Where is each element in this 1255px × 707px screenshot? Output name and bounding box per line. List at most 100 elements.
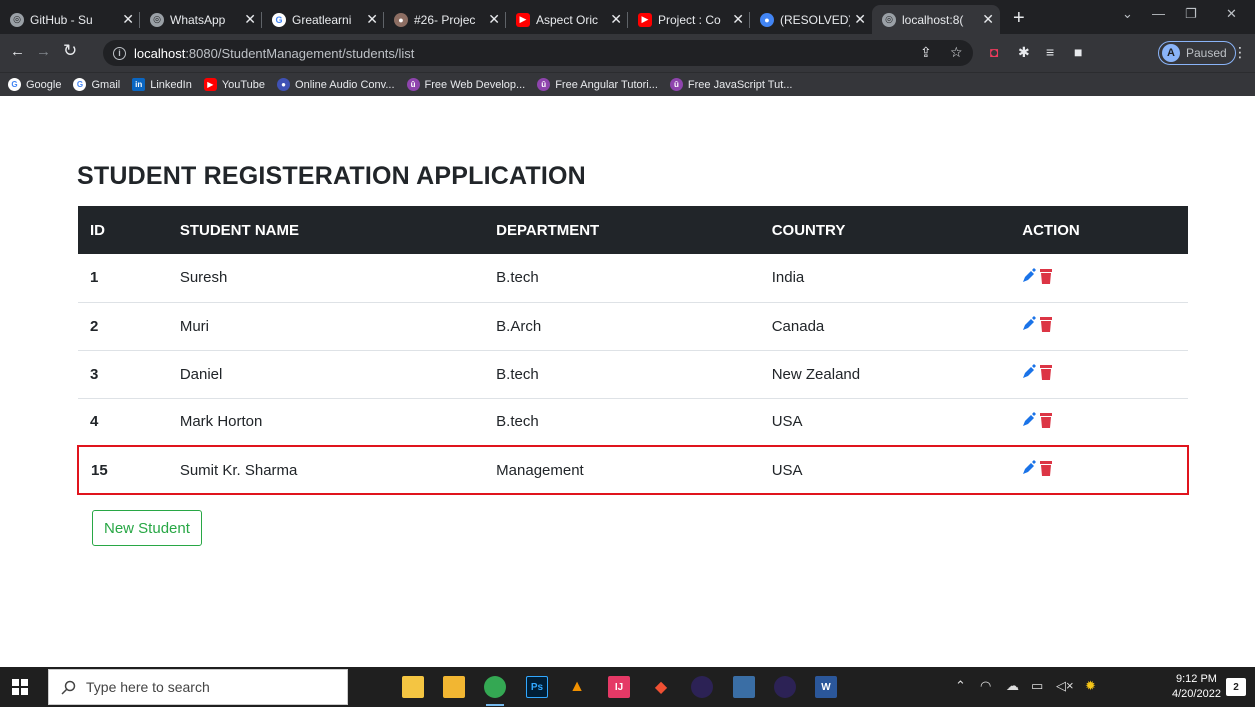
bookmark-linkedin[interactable]: in LinkedIn bbox=[132, 78, 192, 91]
reload-icon[interactable]: ↻ bbox=[63, 41, 77, 61]
onedrive-icon[interactable]: ☁ bbox=[1006, 678, 1019, 694]
pocket-extension-icon[interactable]: ◘ bbox=[990, 44, 998, 60]
forward-icon[interactable]: → bbox=[36, 43, 51, 60]
side-panel-icon[interactable]: ■ bbox=[1074, 44, 1082, 60]
eclipse-icon[interactable] bbox=[691, 676, 713, 698]
volume-muted-icon[interactable]: ◁× bbox=[1056, 678, 1074, 694]
menu-kebab-icon[interactable]: ⋮ bbox=[1233, 44, 1247, 61]
info-icon[interactable]: i bbox=[113, 46, 126, 60]
intellij-icon[interactable]: IJ bbox=[608, 676, 630, 698]
edit-pen-icon[interactable] bbox=[1022, 364, 1037, 380]
extensions-puzzle-icon[interactable]: ✱ bbox=[1018, 44, 1030, 61]
bookmark-javascript[interactable]: û Free JavaScript Tut... bbox=[669, 78, 792, 91]
reading-list-icon[interactable]: ≡ bbox=[1046, 44, 1054, 60]
new-tab-button[interactable]: + bbox=[1013, 6, 1025, 30]
cell-action bbox=[1010, 302, 1188, 351]
update-icon[interactable]: ✹ bbox=[1085, 678, 1096, 694]
tab-project-co[interactable]: ▶ Project : Co ✕ bbox=[628, 5, 750, 34]
close-icon[interactable]: ✕ bbox=[244, 11, 256, 28]
git-icon[interactable]: ◆ bbox=[650, 676, 672, 698]
audio-icon: ● bbox=[277, 78, 291, 91]
tab-aspect-oriented[interactable]: ▶ Aspect Oric ✕ bbox=[506, 5, 628, 34]
notification-center-icon[interactable]: 2 bbox=[1226, 678, 1246, 696]
close-icon[interactable]: ✕ bbox=[854, 11, 866, 28]
table-row: 1 Suresh B.tech India bbox=[78, 254, 1188, 303]
new-student-button[interactable]: New Student bbox=[92, 510, 202, 546]
back-icon[interactable]: ← bbox=[10, 43, 25, 60]
address-bar[interactable]: i localhost:8080/StudentManagement/stude… bbox=[103, 40, 973, 66]
edit-pen-icon[interactable] bbox=[1022, 460, 1037, 476]
youtube-icon: ▶ bbox=[203, 78, 217, 91]
cell-action bbox=[1010, 398, 1188, 447]
taskbar-clock[interactable]: 9:12 PM 4/20/2022 bbox=[1172, 672, 1221, 702]
close-icon[interactable]: ✕ bbox=[732, 11, 744, 28]
cell-country: New Zealand bbox=[759, 350, 1011, 399]
profile-button[interactable]: A Paused bbox=[1158, 41, 1236, 65]
cell-name: Muri bbox=[167, 302, 485, 351]
bookmark-gmail[interactable]: G Gmail bbox=[73, 78, 120, 91]
table-row: 2 Muri B.Arch Canada bbox=[78, 302, 1188, 351]
store-icon[interactable] bbox=[443, 676, 465, 698]
wifi-icon[interactable]: ◠ bbox=[980, 678, 991, 694]
bookmark-web-develop[interactable]: û Free Web Develop... bbox=[406, 78, 525, 91]
youtube-icon: ▶ bbox=[516, 12, 530, 27]
edit-pen-icon[interactable] bbox=[1022, 267, 1037, 284]
vlc-icon[interactable]: ▲ bbox=[566, 676, 588, 698]
eclipse-ee-icon[interactable] bbox=[774, 676, 796, 698]
tab-whatsapp[interactable]: ◎ WhatsApp ✕ bbox=[140, 5, 262, 34]
tab-resolved[interactable]: ● (RESOLVED) ✕ bbox=[750, 5, 872, 34]
restore-icon[interactable]: ❐ bbox=[1185, 6, 1197, 22]
delete-trash-icon[interactable] bbox=[1039, 316, 1053, 332]
tab-localhost[interactable]: ◎ localhost:8( ✕ bbox=[872, 5, 1000, 34]
word-icon[interactable]: W bbox=[815, 676, 837, 698]
bookmark-google[interactable]: G Google bbox=[8, 78, 61, 91]
bookmark-audio-converter[interactable]: ● Online Audio Conv... bbox=[277, 78, 395, 91]
cell-action bbox=[1010, 445, 1189, 495]
tab-search-chevron-icon[interactable]: ⌄ bbox=[1122, 6, 1133, 22]
delete-trash-icon[interactable] bbox=[1039, 460, 1053, 476]
tab-greatlearning[interactable]: G Greatlearni ✕ bbox=[262, 5, 384, 34]
close-icon[interactable]: ✕ bbox=[610, 11, 622, 28]
bookmarks-bar: G Google G Gmail in LinkedIn ▶ YouTube ●… bbox=[0, 72, 1255, 96]
students-table: ID STUDENT NAME DEPARTMENT COUNTRY ACTIO… bbox=[77, 206, 1189, 495]
close-icon[interactable]: ✕ bbox=[982, 11, 994, 28]
edit-pen-icon[interactable] bbox=[1022, 316, 1037, 332]
mysql-workbench-icon[interactable] bbox=[733, 676, 755, 698]
avatar: A bbox=[1162, 44, 1180, 62]
minimize-icon[interactable]: — bbox=[1152, 6, 1165, 21]
header-country: COUNTRY bbox=[759, 206, 1011, 254]
bookmark-star-icon[interactable]: ☆ bbox=[950, 44, 963, 61]
avatar-icon: ● bbox=[394, 12, 408, 27]
photoshop-icon[interactable]: Ps bbox=[526, 676, 548, 698]
edit-pen-icon[interactable] bbox=[1022, 411, 1037, 428]
bookmark-angular[interactable]: û Free Angular Tutori... bbox=[537, 78, 658, 91]
delete-trash-icon[interactable] bbox=[1039, 364, 1053, 380]
tray-overflow-icon[interactable]: ⌃ bbox=[955, 678, 966, 694]
header-action: ACTION bbox=[1010, 206, 1188, 254]
bookmark-youtube[interactable]: ▶ YouTube bbox=[203, 78, 265, 91]
chrome-icon[interactable] bbox=[484, 676, 506, 706]
share-icon[interactable]: ⇪ bbox=[920, 44, 932, 61]
close-icon[interactable]: ✕ bbox=[122, 11, 134, 28]
close-icon[interactable]: ✕ bbox=[366, 11, 378, 28]
cell-department: Management bbox=[484, 445, 760, 495]
battery-icon[interactable]: ▭ bbox=[1031, 678, 1043, 694]
taskbar-search-input[interactable]: Type here to search bbox=[48, 669, 348, 705]
tab-project-26[interactable]: ● #26- Projec ✕ bbox=[384, 5, 506, 34]
cell-department: B.Arch bbox=[484, 302, 760, 351]
table-header-row: ID STUDENT NAME DEPARTMENT COUNTRY ACTIO… bbox=[78, 206, 1188, 254]
globe-icon: ◎ bbox=[882, 12, 896, 27]
windows-start-icon[interactable] bbox=[12, 679, 28, 695]
search-icon bbox=[61, 680, 76, 695]
file-explorer-icon[interactable] bbox=[402, 676, 424, 698]
linkedin-icon: in bbox=[132, 78, 146, 91]
delete-trash-icon[interactable] bbox=[1039, 412, 1053, 428]
cell-name: Sumit Kr. Sharma bbox=[167, 445, 485, 495]
tab-github[interactable]: ◎ GitHub - Su ✕ bbox=[0, 5, 140, 34]
window-close-icon[interactable]: ✕ bbox=[1226, 6, 1237, 22]
browser-tab-strip: ◎ GitHub - Su ✕ ◎ WhatsApp ✕ G Greatlear… bbox=[0, 0, 1255, 34]
delete-trash-icon[interactable] bbox=[1039, 268, 1053, 284]
circle-icon: ● bbox=[760, 12, 774, 27]
close-icon[interactable]: ✕ bbox=[488, 11, 500, 28]
cell-department: B.tech bbox=[484, 398, 760, 447]
